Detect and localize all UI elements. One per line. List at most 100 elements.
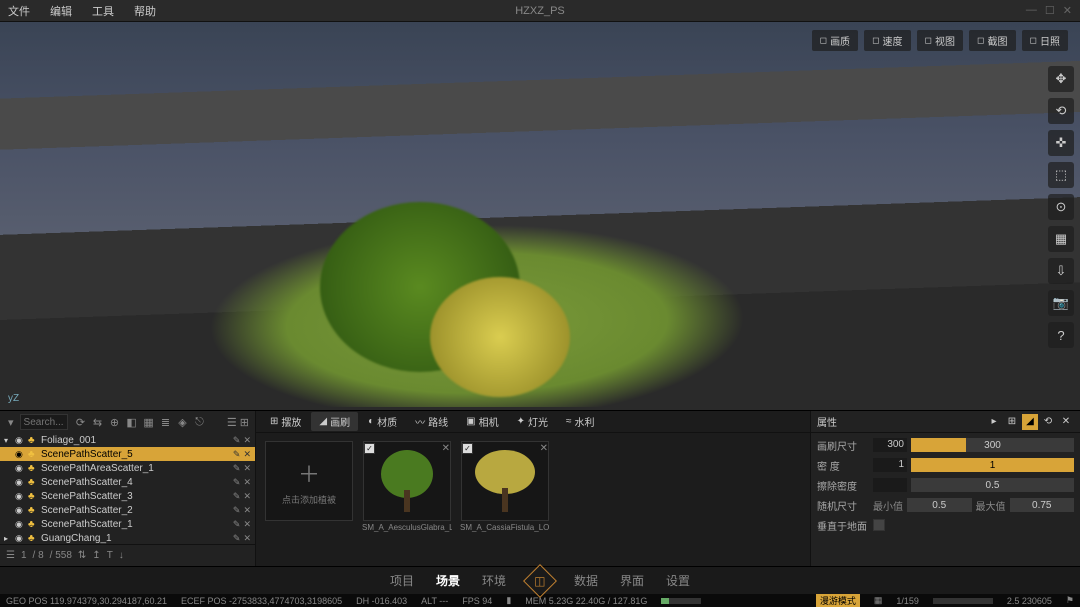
menu-tool[interactable]: 工具 — [92, 3, 114, 19]
outline-tree[interactable]: ▾ ◉ ♣ Foliage_001 ✎✕ ◉ ♣ ScenePathScatte… — [0, 433, 255, 544]
status-roam-mode[interactable]: 漫游模式 — [816, 594, 860, 607]
edit-icon[interactable]: ✎ — [233, 505, 241, 516]
asset-remove-icon[interactable]: ✕ — [442, 443, 450, 454]
prop-tool-grid-icon[interactable]: ⊞ — [1004, 414, 1020, 430]
search-input[interactable] — [20, 414, 68, 430]
vp-tool-grid-icon[interactable]: ▦ — [1048, 226, 1074, 252]
asset-checkbox[interactable]: ✓ — [462, 443, 473, 454]
prop-tool-play-icon[interactable]: ▸ — [986, 414, 1002, 430]
edit-icon[interactable]: ✎ — [233, 533, 241, 544]
stack-icon[interactable]: ≣ — [159, 415, 173, 429]
delete-icon[interactable]: ✕ — [243, 435, 251, 446]
edit-icon[interactable]: ✎ — [233, 435, 241, 446]
asset-remove-icon[interactable]: ✕ — [540, 443, 548, 454]
tag-icon[interactable]: ◈ — [176, 415, 190, 429]
pager-text-icon[interactable]: T — [107, 550, 113, 561]
vp-btn-view[interactable]: 视图 — [917, 30, 963, 51]
property-slider[interactable]: 0.75 — [1010, 498, 1075, 512]
prop-tool-reset-icon[interactable]: ⟲ — [1040, 414, 1056, 430]
asset-add-tile[interactable]: ＋点击添加植被 — [264, 441, 354, 558]
vp-btn-sun[interactable]: 日照 — [1022, 30, 1068, 51]
main-tab[interactable]: 场景 — [436, 572, 460, 589]
delete-icon[interactable]: ✕ — [243, 449, 251, 460]
asset-thumbnail[interactable] — [363, 441, 451, 521]
prop-tool-close-icon[interactable]: ✕ — [1058, 414, 1074, 430]
property-value[interactable]: 1 — [873, 458, 907, 472]
vp-tool-help-icon[interactable]: ? — [1048, 322, 1074, 348]
edit-icon[interactable]: ✎ — [233, 463, 241, 474]
edit-icon[interactable]: ✎ — [233, 491, 241, 502]
visibility-icon[interactable]: ◉ — [15, 505, 25, 516]
property-value[interactable]: 300 — [873, 438, 907, 452]
main-tab[interactable]: 数据 — [574, 572, 598, 589]
vp-btn-speed[interactable]: 速度 — [864, 30, 910, 51]
main-tab[interactable]: 环境 — [482, 572, 506, 589]
vp-tool-rotate-icon[interactable]: ⟲ — [1048, 98, 1074, 124]
tree-item[interactable]: ◉ ♣ ScenePathScatter_3 ✎✕ — [0, 489, 255, 503]
property-slider[interactable]: 1 — [911, 458, 1074, 472]
visibility-icon[interactable]: ◉ — [15, 449, 25, 460]
grid-icon[interactable]: ▦ — [142, 415, 156, 429]
asset-tab[interactable]: ▣相机 — [458, 412, 506, 431]
prop-tool-brush-icon[interactable]: ◢ — [1022, 414, 1038, 430]
visibility-icon[interactable]: ◉ — [15, 477, 25, 488]
property-slider[interactable]: 0.5 — [911, 478, 1074, 492]
asset-tab[interactable]: ⊞摆放 — [262, 412, 309, 431]
edit-icon[interactable]: ✎ — [233, 519, 241, 530]
expand-toggle-icon[interactable]: ▸ — [4, 534, 12, 543]
visibility-icon[interactable]: ◉ — [15, 463, 25, 474]
asset-checkbox[interactable]: ✓ — [364, 443, 375, 454]
vp-tool-download-icon[interactable]: ⇩ — [1048, 258, 1074, 284]
pager-down-icon[interactable]: ↓ — [119, 550, 124, 561]
main-tab[interactable]: 项目 — [390, 572, 414, 589]
tree-item[interactable]: ◉ ♣ ScenePathScatter_4 ✎✕ — [0, 475, 255, 489]
visibility-icon[interactable]: ◉ — [15, 491, 25, 502]
tree-item[interactable]: ▸ ◉ ♣ GuangChang_1 ✎✕ — [0, 531, 255, 544]
pager-up-icon[interactable]: ↥ — [92, 550, 100, 561]
tree-view-icon[interactable]: ⊞ — [240, 416, 249, 429]
link-icon[interactable]: ⎋ — [193, 415, 207, 429]
vp-btn-screenshot[interactable]: 截图 — [969, 30, 1015, 51]
plus-icon[interactable]: ＋点击添加植被 — [265, 441, 353, 521]
menu-help[interactable]: 帮助 — [134, 3, 156, 19]
delete-icon[interactable]: ✕ — [243, 463, 251, 474]
edit-icon[interactable]: ✎ — [233, 449, 241, 460]
property-slider[interactable]: 0.5 — [907, 498, 972, 512]
menu-edit[interactable]: 编辑 — [50, 3, 72, 19]
asset-tab[interactable]: ✦灯光 — [509, 412, 556, 431]
delete-icon[interactable]: ✕ — [243, 505, 251, 516]
property-value[interactable] — [873, 478, 907, 492]
tree-item[interactable]: ◉ ♣ ScenePathScatter_1 ✎✕ — [0, 517, 255, 531]
asset-tile[interactable]: ✓ ✕ SM_A_AesculusGlabra_LOD0 — [362, 441, 452, 558]
vp-btn-quality[interactable]: 画质 — [812, 30, 858, 51]
property-slider[interactable]: 300 — [911, 438, 1074, 452]
main-tab-home-icon[interactable]: ◫ — [523, 564, 557, 598]
property-checkbox[interactable] — [873, 519, 885, 531]
vp-tool-camera-icon[interactable]: 📷 — [1048, 290, 1074, 316]
main-tab[interactable]: 界面 — [620, 572, 644, 589]
vp-tool-target-icon[interactable]: ⊙ — [1048, 194, 1074, 220]
close-icon[interactable]: ✕ — [1063, 4, 1072, 17]
status-roam-icon[interactable]: ▦ — [874, 595, 883, 606]
pager-list-icon[interactable]: ☰ — [6, 550, 15, 561]
asset-tab[interactable]: ◢画刷 — [311, 412, 358, 431]
expand-icon[interactable]: ▾ — [6, 416, 16, 429]
asset-tab[interactable]: ≈水利 — [558, 412, 603, 431]
delete-icon[interactable]: ✕ — [243, 519, 251, 530]
status-flag-icon[interactable]: ⚑ — [1066, 595, 1074, 606]
viewport-3d[interactable]: 画质 速度 视图 截图 日照 ✥ ⟲ ✜ ⬚ ⊙ ▦ ⇩ 📷 ? yZ — [0, 22, 1080, 410]
visibility-icon[interactable]: ◉ — [15, 533, 25, 544]
sync-icon[interactable]: ⇆ — [91, 415, 105, 429]
asset-tab[interactable]: ◐材质 — [360, 412, 405, 431]
vp-tool-frame-icon[interactable]: ⬚ — [1048, 162, 1074, 188]
vp-tool-pan-icon[interactable]: ✜ — [1048, 130, 1074, 156]
layer-icon[interactable]: ◧ — [125, 415, 139, 429]
delete-icon[interactable]: ✕ — [243, 491, 251, 502]
delete-icon[interactable]: ✕ — [243, 533, 251, 544]
tree-item[interactable]: ◉ ♣ ScenePathScatter_2 ✎✕ — [0, 503, 255, 517]
tree-item[interactable]: ▾ ◉ ♣ Foliage_001 ✎✕ — [0, 433, 255, 447]
asset-tile[interactable]: ✓ ✕ SM_A_CassiaFistula_LOD0 — [460, 441, 550, 558]
edit-icon[interactable]: ✎ — [233, 477, 241, 488]
minimize-icon[interactable]: — — [1026, 4, 1037, 17]
visibility-icon[interactable]: ◉ — [15, 519, 25, 530]
